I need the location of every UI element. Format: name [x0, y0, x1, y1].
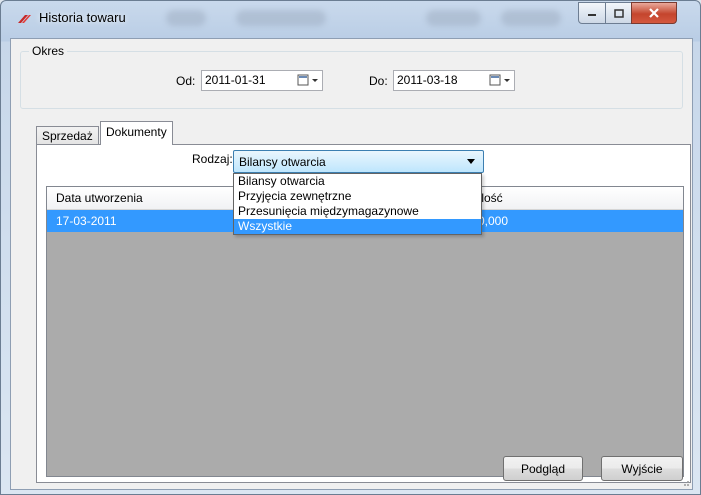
to-date-dropdown[interactable] — [488, 72, 512, 88]
from-date-dropdown[interactable] — [296, 72, 320, 88]
title-bar[interactable]: Historia towaru — [1, 1, 700, 37]
documents-tab-panel: Rodzaj: Bilansy otwarcia Bilansy otwarci… — [36, 144, 691, 483]
from-date-picker[interactable]: 2011-01-31 — [201, 70, 323, 91]
type-combobox-value: Bilansy otwarcia — [239, 155, 326, 169]
type-label: Rodzaj: — [192, 152, 233, 166]
maximize-icon — [613, 8, 624, 18]
close-button[interactable] — [631, 2, 677, 24]
blurred-title-area — [236, 10, 326, 26]
minimize-button[interactable] — [578, 2, 606, 24]
period-group: Okres Od: 2011-01-31 Do: 2011-03-18 — [20, 44, 683, 109]
tab-sprzedaz[interactable]: Sprzedaż — [36, 126, 99, 145]
from-label: Od: — [176, 74, 196, 88]
tab-dokumenty[interactable]: Dokumenty — [100, 121, 173, 145]
resize-grip-icon[interactable] — [680, 477, 690, 487]
from-date-value: 2011-01-31 — [205, 73, 266, 87]
calendar-icon — [297, 74, 318, 86]
calendar-icon — [489, 74, 510, 86]
period-group-label: Okres — [29, 44, 68, 58]
tab-label: Dokumenty — [106, 125, 167, 139]
cell-date: 17-03-2011 — [56, 214, 117, 228]
dropdown-option[interactable]: Przesunięcia międzymagazynowe — [234, 204, 481, 219]
chevron-down-icon[interactable] — [467, 159, 475, 164]
preview-button[interactable]: Podgląd — [503, 456, 583, 481]
exit-button[interactable]: Wyjście — [601, 456, 683, 481]
dropdown-option[interactable]: Bilansy otwarcia — [234, 174, 481, 189]
to-date-value: 2011-03-18 — [397, 73, 458, 87]
app-window: Historia towaru Okres Od: 2011-01-31 Do:… — [0, 0, 701, 495]
column-header-date[interactable]: Data utworzenia — [56, 191, 143, 205]
client-area: Okres Od: 2011-01-31 Do: 2011-03-18 Sprz… — [10, 38, 693, 490]
exit-button-label: Wyjście — [621, 461, 663, 476]
minimize-icon — [588, 14, 596, 16]
blurred-title-area — [166, 10, 206, 26]
dropdown-option-highlighted[interactable]: Wszystkie — [234, 219, 481, 234]
app-logo-icon — [18, 15, 31, 23]
tab-label: Sprzedaż — [42, 129, 93, 143]
blurred-title-area — [426, 10, 481, 26]
maximize-button[interactable] — [605, 2, 632, 24]
to-date-picker[interactable]: 2011-03-18 — [393, 70, 515, 91]
dropdown-option[interactable]: Przyjęcia zewnętrzne — [234, 189, 481, 204]
blurred-title-area — [501, 10, 561, 26]
preview-button-label: Podgląd — [520, 461, 566, 476]
window-title: Historia towaru — [39, 10, 126, 25]
close-icon — [649, 8, 659, 18]
type-combobox[interactable]: Bilansy otwarcia — [233, 150, 484, 173]
cell-qty: 0,000 — [478, 214, 509, 228]
to-label: Do: — [369, 74, 388, 88]
type-dropdown-list: Bilansy otwarcia Przyjęcia zewnętrzne Pr… — [233, 173, 482, 235]
